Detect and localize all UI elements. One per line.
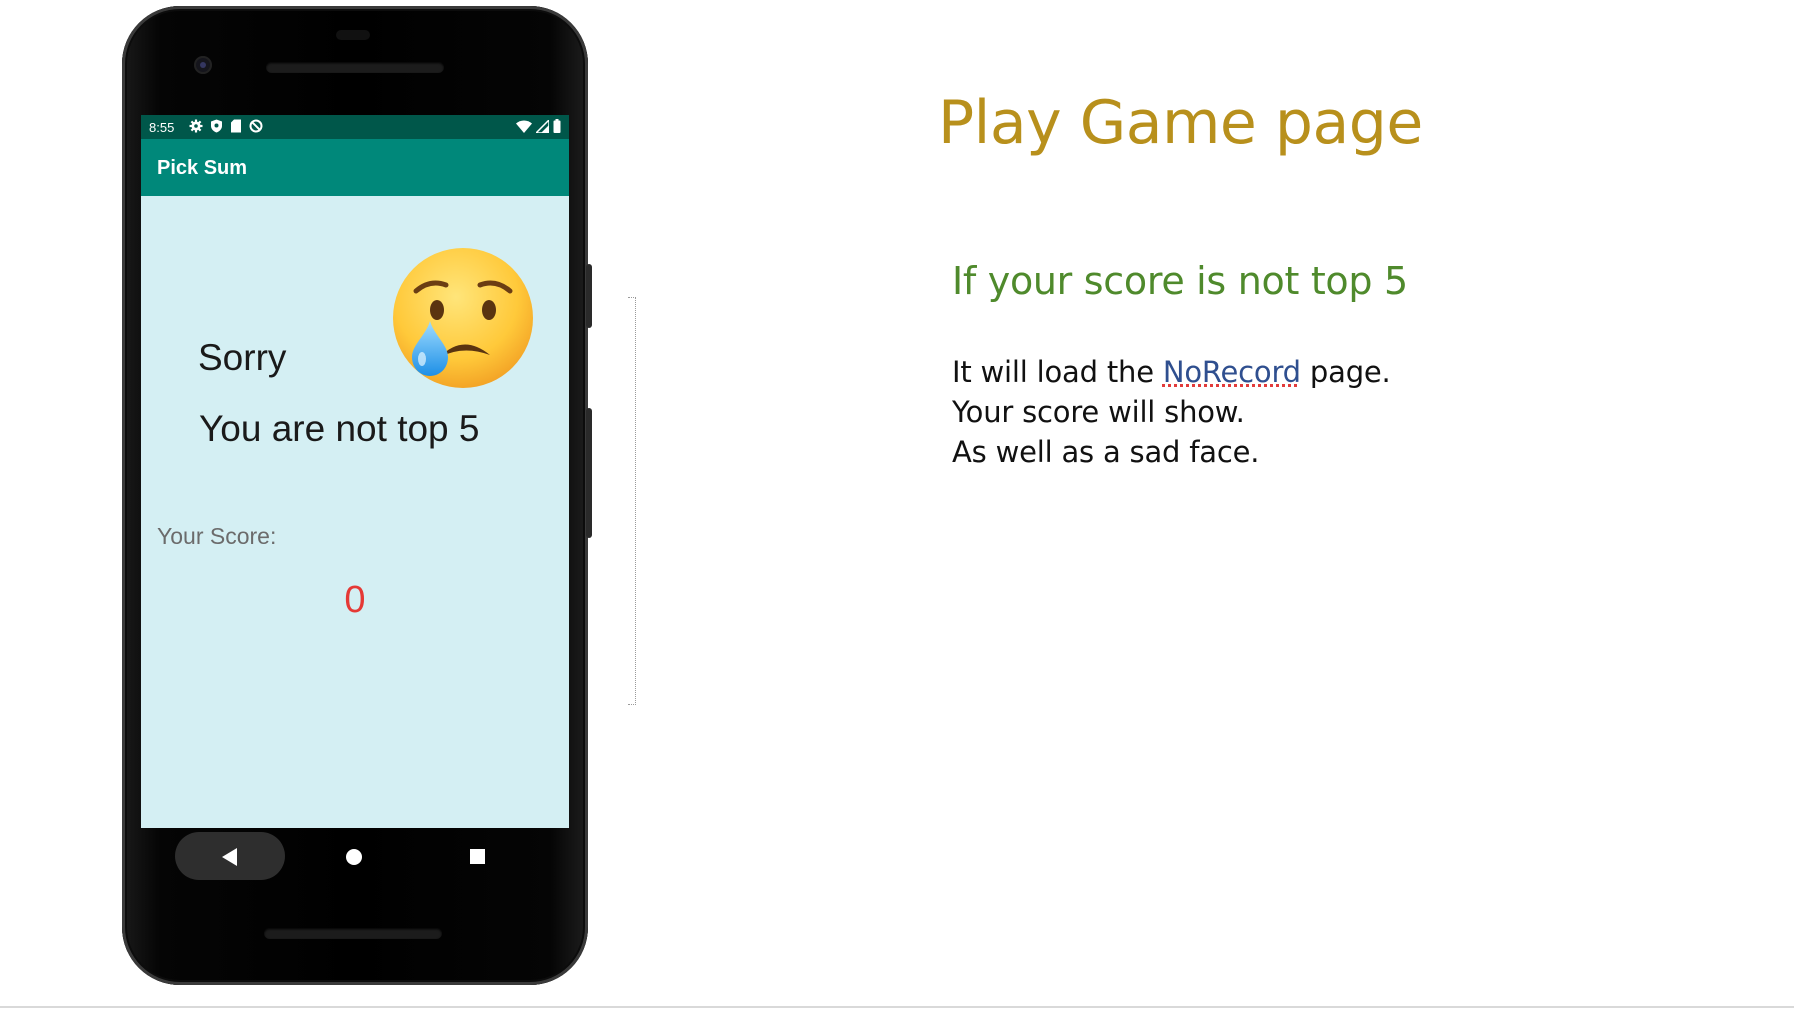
not-top-message: You are not top 5 [199,408,480,449]
norecord-link[interactable]: NoRecord [1163,355,1301,389]
slide-body: It will load the NoRecord page. Your sco… [952,352,1391,472]
shield-icon [211,119,222,133]
power-button [586,264,592,328]
body-line-2: Your score will show. [952,395,1245,429]
gear-icon [189,119,203,133]
back-icon[interactable] [222,848,237,866]
slide-subheading: If your score is not top 5 [952,259,1408,303]
volume-button [586,408,592,538]
app-title: Pick Sum [157,157,248,179]
body-line-1-suffix: page. [1300,355,1391,389]
home-icon[interactable] [346,849,362,865]
selection-bracket [628,297,636,705]
bottom-speaker [264,928,442,939]
slide-title: Play Game page [938,88,1423,158]
battery-icon [553,119,561,133]
body-line-1-prefix: It will load the [952,355,1163,389]
status-time: 8:55 [149,120,175,135]
crying-face-icon [393,248,533,388]
score-label: Your Score: [157,523,277,549]
wifi-icon [516,120,532,133]
body-line-3: As well as a sad face. [952,435,1260,469]
bottom-divider [0,1006,1794,1008]
score-value: 0 [344,579,366,621]
phone-screen: 8:55 Pick Sum Sorry You are not top 5 Yo… [141,115,569,828]
status-system-icons [516,119,561,133]
status-notification-icons [189,119,263,133]
phone-mockup: 8:55 Pick Sum Sorry You are not top 5 Yo… [122,6,592,985]
data-saver-icon [249,119,263,133]
signal-icon [536,119,549,133]
sorry-text: Sorry [198,337,287,378]
front-camera [194,56,212,74]
app-toolbar: Pick Sum [141,139,569,196]
sd-card-icon [231,119,241,133]
earpiece-speaker [266,62,444,73]
navigation-bar [141,828,569,884]
status-bar: 8:55 [141,115,569,139]
sensor-notch [336,30,370,40]
body-line-1: It will load the NoRecord page. [952,352,1391,392]
recents-icon[interactable] [470,849,485,864]
